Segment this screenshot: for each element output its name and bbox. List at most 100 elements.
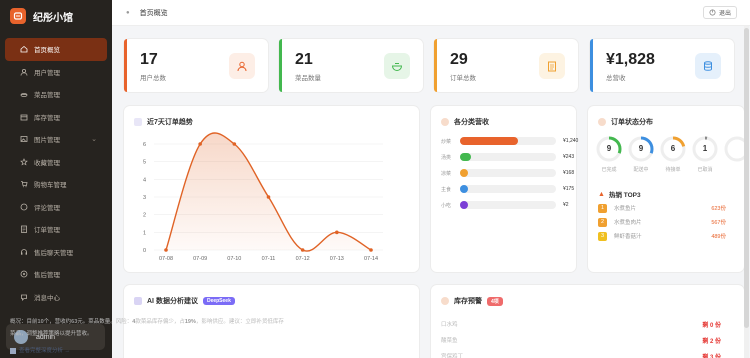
stat-card: 29 订单总数 <box>434 39 578 92</box>
ai-suggestion-text: 概况：目前10个，营收约63元。菜品数量。风险：4款菜品库存偏少，占19%，影响… <box>10 316 285 340</box>
topbar: ● 首页概览 退出 <box>112 0 750 26</box>
y-tick-label: 4 <box>143 177 146 183</box>
trend-point <box>300 248 305 252</box>
sidebar-item-label: 售后聊天管理 <box>34 249 73 257</box>
order-status-title: 订单状态分布 <box>598 117 653 127</box>
category-label: 炒菜 <box>441 138 452 145</box>
sidebar-item[interactable]: 首页概览 <box>5 38 107 61</box>
robot-icon <box>134 297 142 305</box>
scrollbar[interactable] <box>744 26 749 358</box>
category-bar-track <box>460 201 556 209</box>
stat-accent-bar <box>434 39 437 92</box>
category-bar <box>460 169 468 177</box>
top3-item[interactable]: 1 水煮鱼片 623份 <box>598 202 726 214</box>
user-icon <box>229 53 255 79</box>
category-bar <box>460 201 468 209</box>
stat-accent-bar <box>590 39 593 92</box>
sidebar-item[interactable]: 收藏管理 <box>5 151 107 174</box>
sidebar-item[interactable]: 购物车管理 <box>5 173 107 196</box>
sidebar-item[interactable]: 售后管理 <box>5 263 107 286</box>
category-value: ¥175 <box>563 186 575 192</box>
app-name: 纪彤小馆 <box>33 12 73 24</box>
top3-name: 水煮鱼肉片 <box>614 220 642 226</box>
category-revenue-card: 各分类营收 炒菜 ¥1,240 汤类 ¥243 凉菜 ¥168 主食 ¥175 小吃 ¥2 <box>431 106 578 272</box>
ai-text-part: 款菜品库存偏少，占 <box>135 319 185 325</box>
ring-value: 9 <box>606 144 612 153</box>
headset-icon <box>21 248 27 255</box>
stat-value: ¥1,828 <box>606 51 655 68</box>
stock-item[interactable]: 口水鸡 剩 0 份 <box>441 320 721 332</box>
stat-label: 订单总数 <box>450 75 476 82</box>
alert-icon <box>441 297 449 305</box>
bowl-icon <box>384 53 410 79</box>
x-tick-label: 07-10 <box>227 256 241 262</box>
stat-accent-bar <box>124 39 127 92</box>
top3-name: 鲜虾香菇汁 <box>614 234 642 240</box>
sidebar-item-label: 消息中心 <box>34 294 60 302</box>
stat-value: 29 <box>450 51 468 68</box>
flame-icon: ▲ <box>598 190 605 198</box>
sidebar-item-label: 收藏管理 <box>34 159 60 167</box>
stat-value: 21 <box>295 51 313 68</box>
top3-value: 489份 <box>711 234 726 240</box>
stock-item[interactable]: 酸菜鱼 剩 2 份 <box>441 336 721 348</box>
stock-item[interactable]: 宫保鸡丁 剩 3 份 <box>441 352 721 358</box>
logout-button[interactable]: 退出 <box>702 6 737 19</box>
logout-label: 退出 <box>718 11 731 17</box>
stock-title: 库存预警 4项 <box>441 296 503 306</box>
ring-value: 9 <box>638 144 644 153</box>
ring-value: 6 <box>670 144 676 153</box>
stock-item-value: 剩 0 份 <box>702 323 721 329</box>
sidebar-item[interactable]: 消息中心 <box>5 286 107 309</box>
category-bar <box>460 185 469 193</box>
ai-full-analysis-link[interactable]: 查看完整深度分析 → <box>10 346 70 354</box>
service-icon <box>20 270 28 278</box>
brand[interactable]: 纪彤小馆 <box>0 0 112 32</box>
sidebar-item[interactable]: 评论管理 <box>5 196 107 219</box>
scrollbar-thumb[interactable] <box>744 28 749 328</box>
ai-title: AI 数据分析建议 DeepSeek <box>134 296 235 306</box>
sidebar-item-label: 评论管理 <box>34 204 60 212</box>
stat-value: 17 <box>140 51 158 68</box>
sidebar-item[interactable]: 用户管理 <box>5 61 107 84</box>
category-bar-track <box>460 153 556 161</box>
ai-text-part: 概况：目前 <box>10 319 38 325</box>
ai-text-part: 元。菜品数量。风险： <box>77 319 133 325</box>
top3-title-text: 热销 TOP3 <box>608 192 641 199</box>
category-revenue-title: 各分类营收 <box>441 117 489 127</box>
status-ring-partial <box>724 136 744 164</box>
sidebar-item[interactable]: 菜品管理 <box>5 83 107 106</box>
dish-icon <box>20 93 28 98</box>
stock-badge: 4项 <box>487 296 503 306</box>
top3-value: 623份 <box>711 206 726 212</box>
logout-icon <box>709 9 716 16</box>
stat-card: 21 菜品数量 <box>279 39 423 92</box>
sidebar-item[interactable]: 图片管理 ⌄ <box>5 128 107 151</box>
rank-badge: 2 <box>598 217 607 227</box>
sidebar-item-label: 订单管理 <box>34 227 60 235</box>
y-tick-label: 5 <box>143 160 146 166</box>
trend-point <box>335 230 339 235</box>
sidebar-item-label: 图片管理 <box>34 137 60 145</box>
sidebar-item[interactable]: 订单管理 <box>5 218 107 241</box>
home-icon <box>20 46 28 53</box>
ai-text-num: 19% <box>184 319 196 325</box>
category-value: ¥168 <box>563 170 575 176</box>
x-tick-label: 07-14 <box>364 256 378 262</box>
stock-item-name: 口水鸡 <box>441 322 458 328</box>
y-tick-label: 6 <box>143 142 146 148</box>
sidebar-item[interactable]: 售后聊天管理 <box>5 241 107 264</box>
order-status-card: 订单状态分布 9 已完成 9 配送中 6 待接单 1 已取消 ▲ 热销 TOP3 1 水煮鱼片 6… <box>588 106 744 272</box>
top3-item[interactable]: 3 鲜虾香菇汁 489份 <box>598 230 726 242</box>
menu-toggle-icon[interactable]: ● <box>126 10 130 16</box>
category-bar-row: 炒菜 ¥1,240 <box>441 137 578 145</box>
stat-accent-bar <box>279 39 282 92</box>
order-status-title-text: 订单状态分布 <box>611 119 653 126</box>
stock-item-value: 剩 2 份 <box>702 339 721 345</box>
sidebar-item-label: 售后管理 <box>34 272 60 280</box>
sidebar-item[interactable]: 库存管理 <box>5 106 107 129</box>
stat-label: 菜品数量 <box>295 75 321 82</box>
inventory-icon <box>20 114 28 121</box>
category-bar-row: 凉菜 ¥168 <box>441 169 574 177</box>
top3-item[interactable]: 2 水煮鱼肉片 567份 <box>598 216 726 228</box>
